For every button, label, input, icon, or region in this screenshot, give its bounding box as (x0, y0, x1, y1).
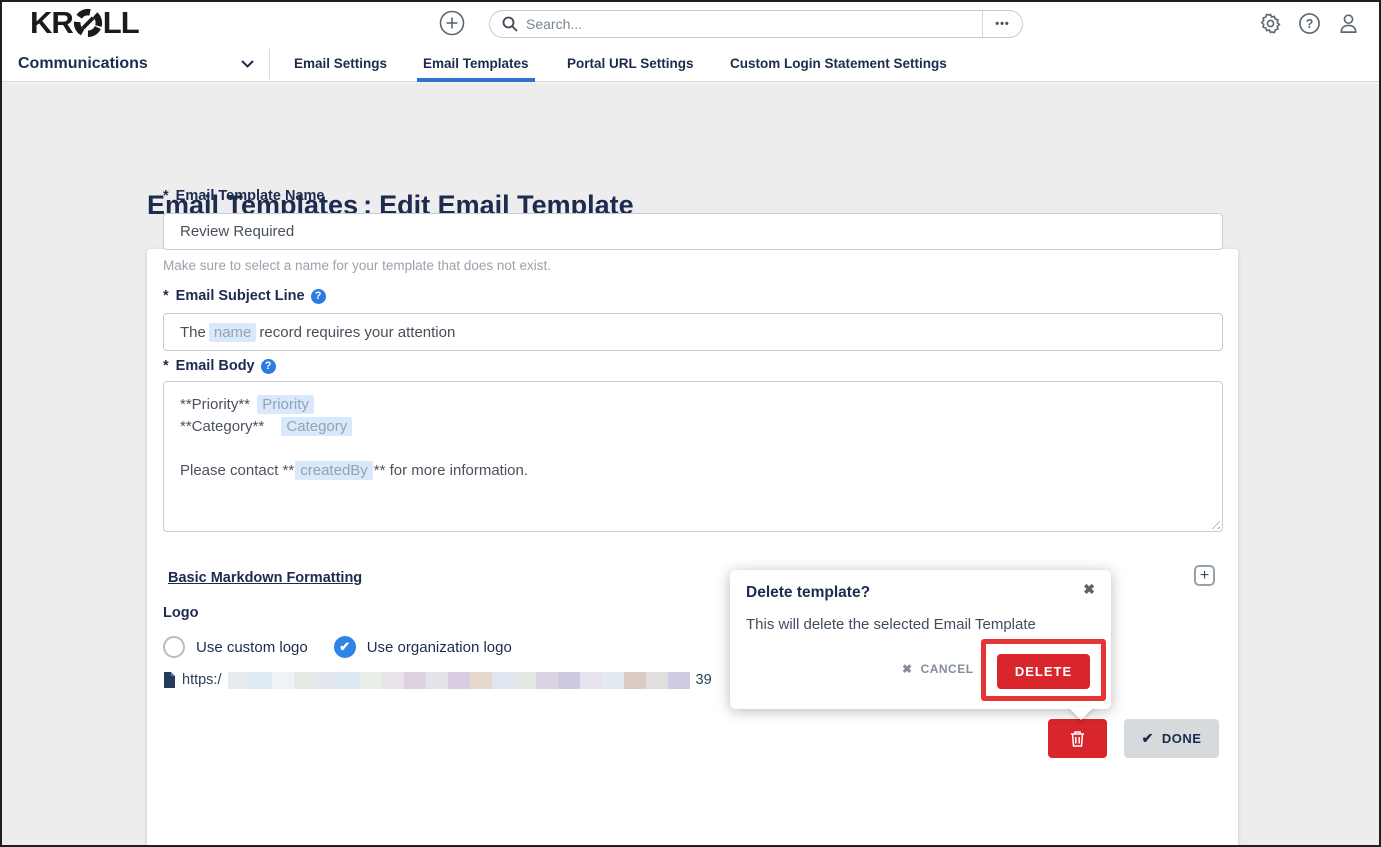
section-nav: Communications Email Settings Email Temp… (2, 46, 1379, 82)
subject-help-icon[interactable]: ? (310, 288, 326, 304)
required-asterisk: * (163, 358, 169, 374)
category-token[interactable]: Category (281, 417, 353, 436)
popup-caret (1068, 707, 1094, 720)
resize-handle[interactable] (1208, 517, 1220, 529)
email-body-editor[interactable]: **Priority** Priority **Category** Categ… (163, 381, 1223, 532)
redacted-block (623, 671, 646, 689)
redacted-block (425, 671, 448, 689)
subject-name-token[interactable]: name (208, 322, 257, 342)
svg-text:?: ? (1306, 17, 1314, 31)
email-body-label: * Email Body ? (163, 358, 276, 374)
redacted-block (293, 671, 316, 689)
tab-portal-url-settings[interactable]: Portal URL Settings (567, 46, 694, 82)
check-icon: ✔ (1141, 730, 1154, 746)
confirm-delete-button[interactable]: DELETE (997, 654, 1090, 689)
redacted-block (271, 671, 294, 689)
redacted-block (337, 671, 360, 689)
file-icon (164, 672, 175, 688)
chevron-down-icon (241, 60, 254, 68)
logo-url-row: https:/ 39 (163, 670, 712, 690)
done-button[interactable]: ✔ DONE (1124, 719, 1219, 758)
redacted-block (601, 671, 624, 689)
redacted-block (469, 671, 492, 689)
redacted-block (645, 671, 668, 689)
subject-line-input[interactable]: The name record requires your attention (163, 313, 1223, 351)
logo-text-right: LL (102, 5, 140, 40)
help-icon[interactable]: ? (1298, 12, 1321, 38)
redacted-block (249, 671, 272, 689)
subject-text-after: record requires your attention (259, 323, 456, 341)
search-icon (502, 16, 518, 32)
logo-url-prefix: https:/ (182, 672, 222, 688)
logo-text-left: KR (30, 5, 74, 40)
redacted-block (579, 671, 602, 689)
logo-radio-group: Use custom logo ✔ Use organization logo (163, 636, 512, 658)
cancel-button[interactable]: ✖ CANCEL (902, 662, 974, 676)
redacted-block (557, 671, 580, 689)
cancel-x-icon: ✖ (902, 662, 913, 676)
tab-email-templates[interactable]: Email Templates (417, 46, 535, 82)
body-line-priority: **Priority** Priority (180, 394, 1206, 416)
redacted-block (491, 671, 514, 689)
tab-email-settings[interactable]: Email Settings (294, 46, 387, 82)
body-help-icon[interactable]: ? (260, 358, 276, 374)
add-expand-icon[interactable]: + (1194, 565, 1215, 586)
body-line-contact: Please contact ** createdBy ** for more in… (180, 461, 529, 480)
redacted-block (513, 671, 536, 689)
delete-template-button[interactable] (1048, 719, 1107, 758)
redacted-block (535, 671, 558, 689)
redacted-block (447, 671, 470, 689)
search-bar: ••• (489, 10, 1023, 38)
delete-confirmation-popup: Delete template? ✖ This will delete the … (730, 570, 1111, 709)
markdown-formatting-link[interactable]: Basic Markdown Formatting (168, 570, 362, 586)
redacted-url-blur (227, 671, 690, 689)
logo-url-suffix: 39 (695, 672, 712, 688)
required-asterisk: * (163, 188, 169, 204)
required-asterisk: * (163, 288, 169, 304)
app-window: KR LL ••• (0, 0, 1381, 847)
redacted-block (359, 671, 382, 689)
radio-use-custom-logo[interactable]: Use custom logo (163, 636, 308, 658)
createdby-token[interactable]: createdBy (295, 461, 373, 480)
top-bar: KR LL ••• (2, 2, 1379, 46)
radio-selected-check-icon[interactable]: ✔ (333, 636, 356, 658)
add-icon[interactable] (439, 10, 465, 39)
template-name-label: * Email Template Name (163, 188, 325, 204)
template-name-input[interactable] (163, 213, 1223, 250)
communications-dropdown[interactable]: Communications (18, 46, 268, 82)
template-name-helper-text: Make sure to select a name for your temp… (163, 258, 551, 273)
dropdown-label: Communications (18, 55, 148, 72)
close-icon[interactable]: ✖ (1083, 581, 1095, 598)
settings-gear-icon[interactable] (1259, 12, 1282, 38)
search-more-button[interactable]: ••• (982, 11, 1022, 37)
popup-message: This will delete the selected Email Temp… (746, 616, 1036, 633)
trash-icon (1071, 731, 1084, 747)
search-input[interactable] (526, 16, 982, 32)
kroll-logo: KR LL (30, 5, 140, 41)
redacted-block (227, 671, 250, 689)
redacted-block (315, 671, 338, 689)
redacted-block (667, 671, 690, 689)
logo-section-label: Logo (163, 605, 199, 621)
body-line-category: **Category** Category (180, 416, 1206, 438)
redacted-block (403, 671, 426, 689)
radio-unselected-icon[interactable] (163, 636, 185, 658)
user-profile-icon[interactable] (1337, 12, 1360, 38)
redacted-block (381, 671, 404, 689)
logo-o-icon (73, 8, 102, 38)
popup-title: Delete template? (746, 584, 871, 601)
radio-use-organization-logo[interactable]: ✔ Use organization logo (333, 636, 512, 658)
tab-custom-login-statement-settings[interactable]: Custom Login Statement Settings (730, 46, 947, 82)
priority-token[interactable]: Priority (257, 395, 314, 414)
nav-divider (269, 49, 270, 79)
subject-text-before: The (180, 323, 206, 341)
subject-line-label: * Email Subject Line ? (163, 288, 326, 304)
